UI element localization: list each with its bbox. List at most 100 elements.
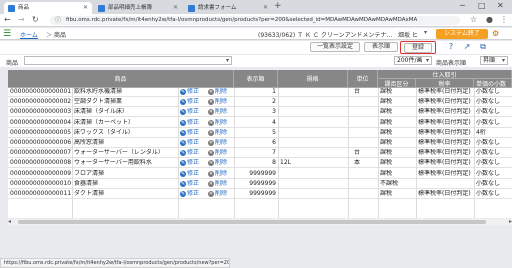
unit-price-rounding-value: 小数なし <box>476 149 501 157</box>
edit-button[interactable]: ✎ 修正 <box>180 159 206 167</box>
star-icon[interactable]: ☆ <box>470 15 477 24</box>
table-row[interactable]: 0000000000000003 床清掃（タイル床） ✎ 修正 ✕ 削除 3 課税 標準税率(日… <box>8 108 512 118</box>
delete-label: 削除 <box>215 108 228 116</box>
register-button[interactable]: 登録 <box>404 43 432 53</box>
table-row[interactable]: 0000000000000010 食器清掃 ✎ 修正 ✕ 削除 9999999 不課税 小数なし <box>8 179 512 189</box>
tab-close-icon[interactable]: ✕ <box>263 2 268 14</box>
edit-button[interactable]: ✎ 修正 <box>180 190 206 198</box>
scroll-left-icon[interactable]: ◂ <box>8 218 11 225</box>
delete-button[interactable]: ✕ 削除 <box>208 149 234 157</box>
browser-tab-products[interactable]: 商品 ✕ <box>4 2 92 14</box>
product-filter-select[interactable]: ▾ <box>24 56 232 65</box>
profile-icon[interactable]: ● <box>486 15 493 24</box>
spec-value <box>280 190 346 198</box>
sort-order-select[interactable]: 昇順 ▾ <box>480 56 508 65</box>
spec-value <box>280 149 346 157</box>
product-name: 床ワックス（タイル） <box>74 128 134 136</box>
unit-price-rounding-value: 小数なし <box>476 169 501 177</box>
header-unit-price-rounding: 単価の小数 <box>474 79 512 88</box>
edit-button[interactable]: ✎ 修正 <box>180 180 206 188</box>
chevron-down-icon: ▾ <box>501 57 505 64</box>
table-row[interactable]: 0000000000000006 高所窓清掃 ✎ 修正 ✕ 削除 6 課税 標準税率(日付判定)… <box>8 139 512 148</box>
edit-button[interactable]: ✎ 修正 <box>180 170 206 178</box>
delete-button[interactable]: ✕ 削除 <box>208 139 234 147</box>
minimize-icon[interactable]: ─ <box>460 1 465 10</box>
hamburger-menu-icon[interactable]: ☰ <box>3 29 11 39</box>
favicon-icon <box>98 5 105 12</box>
help-icon[interactable]: ? <box>446 42 456 52</box>
edit-button[interactable]: ✎ 修正 <box>180 139 206 147</box>
table-row[interactable]: 0000000000000009 フロア清掃 ✎ 修正 ✕ 削除 9999999 課税 標準税率… <box>8 170 512 179</box>
delete-button[interactable]: ✕ 削除 <box>208 98 234 106</box>
spec-value <box>280 119 346 127</box>
delete-button[interactable]: ✕ 削除 <box>208 88 234 96</box>
gear-icon[interactable]: ⚙ <box>492 29 499 38</box>
forward-icon[interactable]: → <box>18 15 25 24</box>
maximize-icon[interactable]: □ <box>478 1 486 10</box>
display-order-value: 3 <box>272 108 276 116</box>
delete-button[interactable]: ✕ 削除 <box>208 159 234 167</box>
unit-price-rounding-value: 小数なし <box>476 179 501 187</box>
browser-tab-invoice-form[interactable]: 請求書フォーム ✕ <box>184 2 272 14</box>
column-divider <box>278 88 279 218</box>
display-order-button[interactable]: 表示順 <box>364 42 398 52</box>
delete-button[interactable]: ✕ 削除 <box>208 108 234 116</box>
menu-icon[interactable]: ⋮ <box>500 15 508 24</box>
edit-button[interactable]: ✎ 修正 <box>180 119 206 127</box>
edit-button[interactable]: ✎ 修正 <box>180 108 206 116</box>
new-tab-button[interactable]: + <box>274 1 282 11</box>
chevron-down-icon: ▾ <box>425 57 429 64</box>
per-page-select[interactable]: 200件/画 ▾ <box>394 56 432 65</box>
browser-tab-sales-ledger[interactable]: 部品明細売上帳簿 ✕ <box>94 2 182 14</box>
pip-icon[interactable]: ⧉ <box>478 42 488 52</box>
column-divider <box>348 88 349 218</box>
tab-close-icon[interactable]: ✕ <box>83 2 88 14</box>
system-end-button[interactable]: システム終了 <box>436 29 488 39</box>
trash-icon: ✕ <box>208 109 214 116</box>
table-row[interactable]: 0000000000000007 ウォーターサーバー（レンタル） ✎ 修正 ✕ 削除 7 台課… <box>8 149 512 159</box>
edit-button[interactable]: ✎ 修正 <box>180 129 206 137</box>
product-name: 高所窓清掃 <box>74 139 105 146</box>
pencil-icon: ✎ <box>180 109 186 116</box>
delete-label: 削除 <box>215 169 228 177</box>
delete-button[interactable]: ✕ 削除 <box>208 190 234 198</box>
pencil-icon: ✎ <box>180 180 186 187</box>
list-display-setting-button[interactable]: 一覧表示設定 <box>310 42 360 52</box>
delete-label: 削除 <box>215 149 228 157</box>
edit-button[interactable]: ✎ 修正 <box>180 88 206 96</box>
external-link-icon[interactable]: ↗ <box>462 42 472 52</box>
pencil-icon: ✎ <box>180 119 186 126</box>
delete-button[interactable]: ✕ 削除 <box>208 129 234 137</box>
tax-class-value: 課税 <box>380 190 393 197</box>
back-icon[interactable]: ← <box>4 15 11 24</box>
tax-class-value: 課税 <box>380 159 393 167</box>
table-row[interactable]: 0000000000000001 飲料水貯水機清掃 ✎ 修正 ✕ 削除 1 台課税 標準税率(日… <box>8 88 512 97</box>
delete-button[interactable]: ✕ 削除 <box>208 170 234 178</box>
pencil-icon: ✎ <box>180 191 186 197</box>
tab-close-icon[interactable]: ✕ <box>173 2 178 14</box>
table-row[interactable]: 0000000000000004 床清掃（カーペット） ✎ 修正 ✕ 削除 4 課税 標準税率(… <box>8 118 512 128</box>
close-window-icon[interactable]: ✕ <box>497 1 504 10</box>
chevron-down-icon[interactable]: ▾ <box>424 29 427 36</box>
delete-button[interactable]: ✕ 削除 <box>208 119 234 127</box>
table-row[interactable]: 0000000000000005 床ワックス（タイル） ✎ 修正 ✕ 削除 5 課税 標準税率(… <box>8 129 512 138</box>
reload-icon[interactable]: ↻ <box>32 15 39 24</box>
url-field[interactable]: ⓘ fibu.oms.rdc.private/fx/m/it4enhy2w/tf… <box>50 16 460 25</box>
scrollbar-thumb[interactable] <box>18 220 486 224</box>
table-row[interactable]: 0000000000000008 ウォーターサーバー用飲料水 ✎ 修正 ✕ 削除 8 12L 本… <box>8 159 512 169</box>
product-name: 空調ダクト清掃業 <box>74 98 123 106</box>
horizontal-scrollbar[interactable]: ◂ ▸ <box>8 218 512 225</box>
unit-price-rounding-value: 小数なし <box>476 159 501 167</box>
display-order-value: 2 <box>272 98 276 106</box>
user-name[interactable]: 畑坂 ヒ <box>398 30 418 39</box>
table-row[interactable]: 0000000000000011 ダクト清掃 ✎ 修正 ✕ 削除 9999999 課税 標準税率… <box>8 190 512 199</box>
breadcrumb-home[interactable]: ホーム <box>20 30 38 39</box>
address-bar-row: ← → ↻ ⓘ fibu.oms.rdc.private/fx/m/it4enh… <box>0 14 512 27</box>
product-name: フロア清掃 <box>74 169 105 177</box>
breadcrumb-separator: ＞ <box>46 32 53 39</box>
edit-button[interactable]: ✎ 修正 <box>180 98 206 106</box>
tab-title: 商品 <box>18 5 30 11</box>
delete-button[interactable]: ✕ 削除 <box>208 180 234 188</box>
edit-button[interactable]: ✎ 修正 <box>180 149 206 157</box>
table-row[interactable]: 0000000000000002 空調ダクト清掃業 ✎ 修正 ✕ 削除 2 課税 標準税率(日付… <box>8 98 512 108</box>
